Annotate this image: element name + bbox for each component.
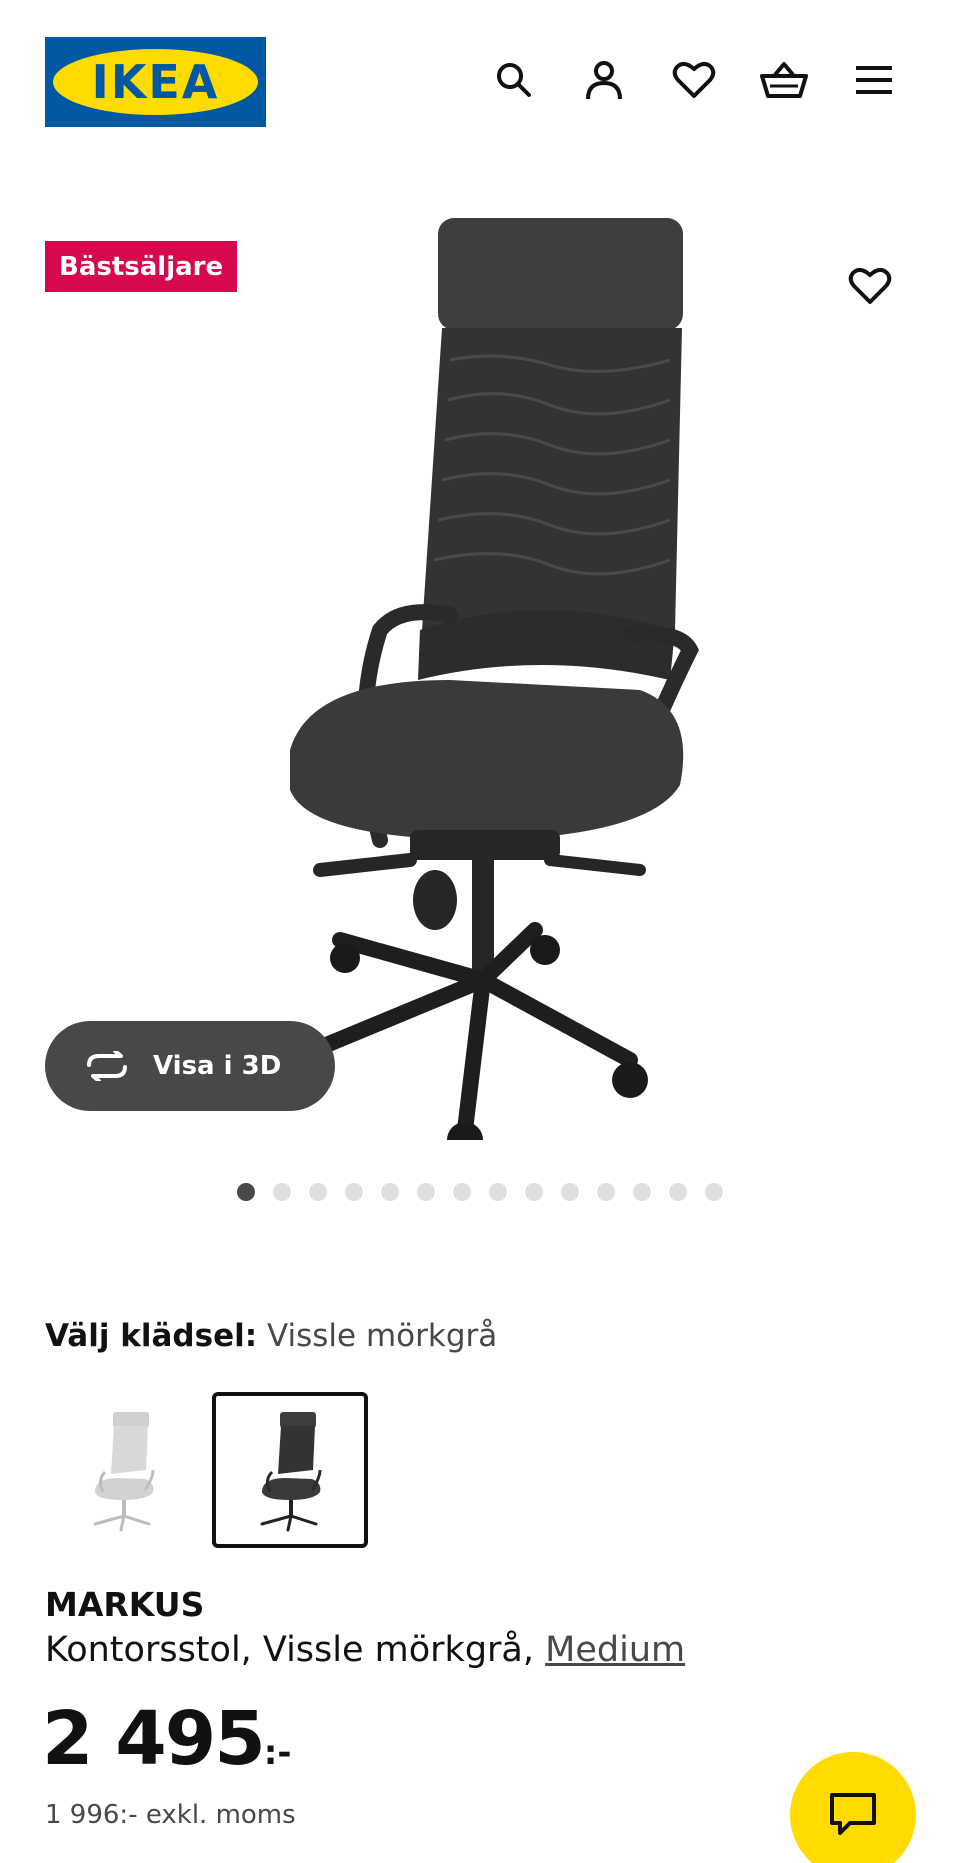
price-value: 2 495 [42,1696,266,1782]
price-suffix: :- [263,1733,292,1773]
product-name: MARKUS [45,1585,205,1624]
size-link[interactable]: Medium [545,1630,685,1670]
account-icon[interactable] [580,56,628,104]
heart-icon[interactable] [670,56,718,104]
image-pagination [237,1183,723,1201]
product-type-text: Kontorsstol, Vissle mörkgrå, [45,1630,535,1670]
pagination-dot[interactable] [705,1183,723,1201]
swatch-light-grey[interactable] [45,1392,201,1548]
pagination-dot[interactable] [417,1183,435,1201]
upholstery-selected-value: Vissle mörkgrå [266,1318,498,1354]
product-price: 2 495 :- [42,1702,291,1776]
dark-grey-chair-thumbnail [260,1412,322,1532]
pagination-dot[interactable] [237,1183,255,1201]
menu-icon[interactable] [850,56,898,104]
product-image-office-chair[interactable] [250,210,720,1140]
pagination-dot[interactable] [597,1183,615,1201]
pagination-dot[interactable] [633,1183,651,1201]
pagination-dot[interactable] [669,1183,687,1201]
view-in-3d-label: Visa i 3D [153,1051,282,1081]
product-page: IKEA Bästsäljare Visa i 3D Välj klädsel:… [0,0,960,1863]
upholstery-label: Välj klädsel: [45,1318,258,1354]
swatch-dark-grey[interactable] [212,1392,368,1548]
pagination-dot[interactable] [453,1183,471,1201]
pagination-dot[interactable] [309,1183,327,1201]
basket-icon[interactable] [760,56,808,104]
top-header: IKEA [0,0,960,160]
ikea-logo[interactable]: IKEA [45,37,266,127]
bestseller-badge: Bästsäljare [45,241,238,292]
logo-oval: IKEA [53,49,258,115]
light-grey-chair-thumbnail [93,1412,155,1532]
pagination-dot[interactable] [525,1183,543,1201]
pagination-dot[interactable] [489,1183,507,1201]
pagination-dot[interactable] [381,1183,399,1201]
heart-icon [848,268,892,304]
search-icon[interactable] [490,56,538,104]
rotate-3d-icon [87,1051,127,1081]
upholstery-selector-label: Välj klädsel: Vissle mörkgrå [45,1318,497,1354]
chat-button[interactable] [790,1752,916,1863]
price-excl-vat: 1 996:- exkl. moms [45,1800,296,1830]
pagination-dot[interactable] [345,1183,363,1201]
pagination-dot[interactable] [561,1183,579,1201]
add-to-favourites-button[interactable] [825,250,915,322]
logo-text: IKEA [91,55,220,109]
product-description: Kontorsstol, Vissle mörkgrå, Medium [45,1630,685,1670]
view-in-3d-button[interactable]: Visa i 3D [45,1021,335,1111]
chat-icon [830,1793,876,1835]
pagination-dot[interactable] [273,1183,291,1201]
